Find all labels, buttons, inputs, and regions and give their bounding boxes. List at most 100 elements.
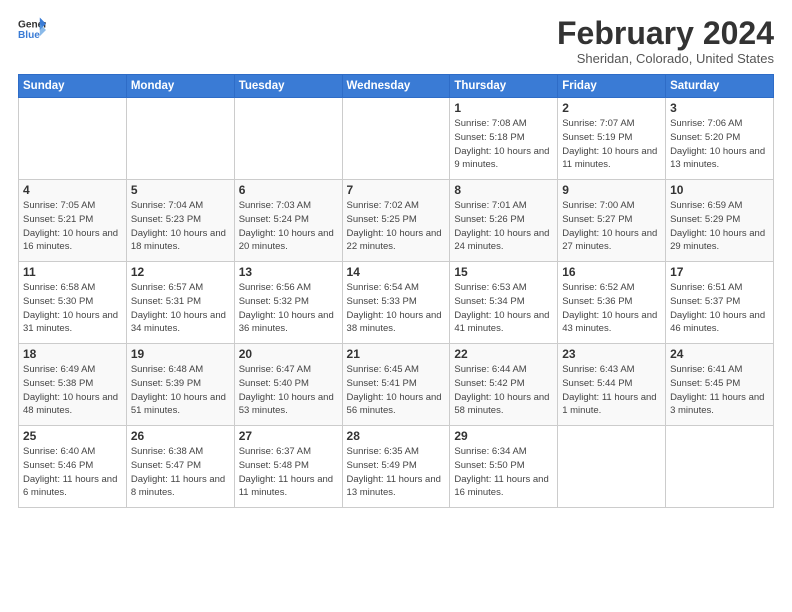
page-header: General Blue February 2024 Sheridan, Col… (18, 16, 774, 66)
day-number: 23 (562, 347, 661, 361)
day-info: Sunrise: 6:43 AM Sunset: 5:44 PM Dayligh… (562, 363, 661, 418)
day-info: Sunrise: 6:37 AM Sunset: 5:48 PM Dayligh… (239, 445, 338, 500)
calendar-cell: 25 Sunrise: 6:40 AM Sunset: 5:46 PM Dayli… (19, 426, 127, 508)
day-number: 21 (347, 347, 446, 361)
day-info: Sunrise: 7:08 AM Sunset: 5:18 PM Dayligh… (454, 117, 553, 172)
calendar-cell: 19 Sunrise: 6:48 AM Sunset: 5:39 PM Dayli… (126, 344, 234, 426)
day-number: 9 (562, 183, 661, 197)
calendar-cell: 12Sunrise: 6:57 AM Sunset: 5:31 PM Dayli… (126, 262, 234, 344)
day-info: Sunrise: 6:45 AM Sunset: 5:41 PM Dayligh… (347, 363, 446, 418)
day-info: Sunrise: 6:44 AM Sunset: 5:42 PM Dayligh… (454, 363, 553, 418)
calendar-table: SundayMondayTuesdayWednesdayThursdayFrid… (18, 74, 774, 508)
logo-icon: General Blue (18, 16, 46, 44)
weekday-header: Friday (558, 75, 666, 98)
calendar-cell: 23 Sunrise: 6:43 AM Sunset: 5:44 PM Dayli… (558, 344, 666, 426)
calendar-cell: 8 Sunrise: 7:01 AM Sunset: 5:26 PM Daylig… (450, 180, 558, 262)
day-info: Sunrise: 7:02 AM Sunset: 5:25 PM Dayligh… (347, 199, 446, 254)
day-number: 17 (670, 265, 769, 279)
day-info: Sunrise: 6:59 AM Sunset: 5:29 PM Dayligh… (670, 199, 769, 254)
calendar-cell: 15 Sunrise: 6:53 AM Sunset: 5:34 PM Dayli… (450, 262, 558, 344)
weekday-header: Sunday (19, 75, 127, 98)
weekday-header: Thursday (450, 75, 558, 98)
day-number: 7 (347, 183, 446, 197)
day-info: Sunrise: 6:54 AM Sunset: 5:33 PM Dayligh… (347, 281, 446, 336)
day-number: 10 (670, 183, 769, 197)
day-number: 18 (23, 347, 122, 361)
calendar-cell (558, 426, 666, 508)
calendar-cell: 9Sunrise: 7:00 AM Sunset: 5:27 PM Daylig… (558, 180, 666, 262)
calendar-cell: 20 Sunrise: 6:47 AM Sunset: 5:40 PM Dayli… (234, 344, 342, 426)
day-number: 16 (562, 265, 661, 279)
logo: General Blue (18, 16, 46, 44)
day-info: Sunrise: 7:04 AM Sunset: 5:23 PM Dayligh… (131, 199, 230, 254)
day-number: 3 (670, 101, 769, 115)
day-number: 25 (23, 429, 122, 443)
title-block: February 2024 Sheridan, Colorado, United… (557, 16, 774, 66)
weekday-header: Wednesday (342, 75, 450, 98)
weekday-header: Saturday (666, 75, 774, 98)
day-number: 24 (670, 347, 769, 361)
day-info: Sunrise: 6:34 AM Sunset: 5:50 PM Dayligh… (454, 445, 553, 500)
day-number: 6 (239, 183, 338, 197)
calendar-cell: 26Sunrise: 6:38 AM Sunset: 5:47 PM Dayli… (126, 426, 234, 508)
calendar-cell: 22 Sunrise: 6:44 AM Sunset: 5:42 PM Dayli… (450, 344, 558, 426)
calendar-cell: 10 Sunrise: 6:59 AM Sunset: 5:29 PM Dayli… (666, 180, 774, 262)
calendar-cell (666, 426, 774, 508)
day-number: 4 (23, 183, 122, 197)
day-info: Sunrise: 6:35 AM Sunset: 5:49 PM Dayligh… (347, 445, 446, 500)
calendar-cell: 2Sunrise: 7:07 AM Sunset: 5:19 PM Daylig… (558, 98, 666, 180)
day-info: Sunrise: 6:48 AM Sunset: 5:39 PM Dayligh… (131, 363, 230, 418)
calendar-header: SundayMondayTuesdayWednesdayThursdayFrid… (19, 75, 774, 98)
day-info: Sunrise: 6:40 AM Sunset: 5:46 PM Dayligh… (23, 445, 122, 500)
day-info: Sunrise: 7:03 AM Sunset: 5:24 PM Dayligh… (239, 199, 338, 254)
calendar-cell: 27 Sunrise: 6:37 AM Sunset: 5:48 PM Dayli… (234, 426, 342, 508)
calendar-cell: 17 Sunrise: 6:51 AM Sunset: 5:37 PM Dayli… (666, 262, 774, 344)
day-number: 8 (454, 183, 553, 197)
calendar-cell: 24 Sunrise: 6:41 AM Sunset: 5:45 PM Dayli… (666, 344, 774, 426)
calendar-cell: 29Sunrise: 6:34 AM Sunset: 5:50 PM Dayli… (450, 426, 558, 508)
calendar-cell: 11 Sunrise: 6:58 AM Sunset: 5:30 PM Dayli… (19, 262, 127, 344)
calendar-cell: 1Sunrise: 7:08 AM Sunset: 5:18 PM Daylig… (450, 98, 558, 180)
day-info: Sunrise: 6:52 AM Sunset: 5:36 PM Dayligh… (562, 281, 661, 336)
day-info: Sunrise: 7:01 AM Sunset: 5:26 PM Dayligh… (454, 199, 553, 254)
calendar-cell: 7 Sunrise: 7:02 AM Sunset: 5:25 PM Daylig… (342, 180, 450, 262)
calendar-cell: 6 Sunrise: 7:03 AM Sunset: 5:24 PM Daylig… (234, 180, 342, 262)
day-number: 11 (23, 265, 122, 279)
calendar-cell: 16 Sunrise: 6:52 AM Sunset: 5:36 PM Dayli… (558, 262, 666, 344)
day-info: Sunrise: 6:41 AM Sunset: 5:45 PM Dayligh… (670, 363, 769, 418)
calendar-cell (342, 98, 450, 180)
day-number: 2 (562, 101, 661, 115)
calendar-cell: 21 Sunrise: 6:45 AM Sunset: 5:41 PM Dayli… (342, 344, 450, 426)
day-info: Sunrise: 6:57 AM Sunset: 5:31 PM Dayligh… (131, 281, 230, 336)
day-number: 13 (239, 265, 338, 279)
day-number: 27 (239, 429, 338, 443)
day-number: 19 (131, 347, 230, 361)
weekday-header: Monday (126, 75, 234, 98)
calendar-cell: 5 Sunrise: 7:04 AM Sunset: 5:23 PM Daylig… (126, 180, 234, 262)
calendar-cell (126, 98, 234, 180)
day-info: Sunrise: 6:56 AM Sunset: 5:32 PM Dayligh… (239, 281, 338, 336)
day-info: Sunrise: 7:05 AM Sunset: 5:21 PM Dayligh… (23, 199, 122, 254)
calendar-cell: 18 Sunrise: 6:49 AM Sunset: 5:38 PM Dayli… (19, 344, 127, 426)
day-info: Sunrise: 6:51 AM Sunset: 5:37 PM Dayligh… (670, 281, 769, 336)
day-number: 5 (131, 183, 230, 197)
day-number: 22 (454, 347, 553, 361)
location: Sheridan, Colorado, United States (557, 51, 774, 66)
weekday-header: Tuesday (234, 75, 342, 98)
day-number: 20 (239, 347, 338, 361)
day-number: 28 (347, 429, 446, 443)
day-number: 26 (131, 429, 230, 443)
day-number: 15 (454, 265, 553, 279)
day-info: Sunrise: 6:49 AM Sunset: 5:38 PM Dayligh… (23, 363, 122, 418)
calendar-cell (234, 98, 342, 180)
day-info: Sunrise: 6:53 AM Sunset: 5:34 PM Dayligh… (454, 281, 553, 336)
day-info: Sunrise: 6:58 AM Sunset: 5:30 PM Dayligh… (23, 281, 122, 336)
calendar-cell: 28 Sunrise: 6:35 AM Sunset: 5:49 PM Dayli… (342, 426, 450, 508)
day-number: 14 (347, 265, 446, 279)
day-info: Sunrise: 7:06 AM Sunset: 5:20 PM Dayligh… (670, 117, 769, 172)
calendar-cell (19, 98, 127, 180)
calendar-cell: 3 Sunrise: 7:06 AM Sunset: 5:20 PM Daylig… (666, 98, 774, 180)
day-info: Sunrise: 6:47 AM Sunset: 5:40 PM Dayligh… (239, 363, 338, 418)
calendar-cell: 4 Sunrise: 7:05 AM Sunset: 5:21 PM Daylig… (19, 180, 127, 262)
month-title: February 2024 (557, 16, 774, 51)
